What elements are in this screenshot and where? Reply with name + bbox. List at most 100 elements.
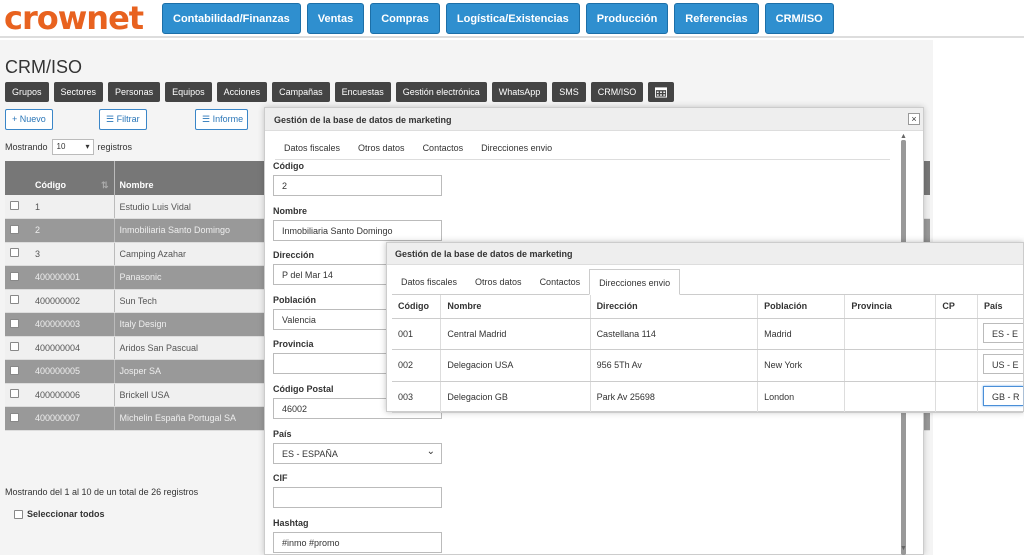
row-checkbox[interactable] [10, 412, 19, 422]
row-checkbox[interactable] [10, 271, 19, 281]
header-direccion[interactable]: Dirección [590, 295, 759, 319]
header-cp[interactable]: CP [935, 295, 978, 319]
addr-poblacion: London [757, 381, 846, 413]
header-codigo-label: Código [35, 179, 66, 190]
subnav-grupos[interactable]: Grupos [5, 82, 49, 102]
page-size-control: Mostrando 10 registros [5, 139, 132, 155]
row-checkbox[interactable] [10, 365, 19, 375]
addr-direccion: Castellana 114 [590, 318, 759, 350]
row-checkbox[interactable] [10, 295, 19, 305]
subnav-sectores[interactable]: Sectores [53, 82, 104, 102]
nav-logistica[interactable]: Logística/Existencias [445, 3, 580, 34]
subnav-equipos[interactable]: Equipos [165, 82, 212, 102]
row-checkbox[interactable] [10, 224, 19, 234]
addr-direccion: Park Av 25698 [590, 381, 759, 413]
nav-ventas[interactable]: Ventas [306, 3, 365, 34]
header-codigo[interactable]: Código ⇅ [30, 161, 115, 195]
header-provincia[interactable]: Provincia [844, 295, 937, 319]
filtrar-label: Filtrar [116, 114, 140, 124]
address-row[interactable]: 002 Delegacion USA 956 5Th Av New York US - … [392, 349, 1023, 382]
addr-provincia [844, 318, 937, 350]
informe-button[interactable]: ☰ Informe [195, 109, 248, 130]
list-icon: ☰ [106, 114, 115, 124]
subnav-encuestas[interactable]: Encuestas [334, 82, 391, 102]
tab-otros-datos[interactable]: Otros datos [349, 138, 414, 159]
field-hashtag: Hashtag #inmo #promo [273, 518, 442, 553]
addr-pais-select[interactable]: ES - E [982, 322, 1023, 343]
row-checkbox[interactable] [10, 318, 19, 328]
pais-select[interactable]: ES - ESPAÑA [273, 443, 442, 464]
filtrar-button[interactable]: ☰ Filtrar [99, 109, 147, 130]
row-checkbox[interactable] [10, 342, 19, 352]
select-all-checkbox[interactable] [14, 509, 23, 519]
nav-referencias[interactable]: Referencias [674, 3, 759, 34]
subnav-acciones[interactable]: Acciones [216, 82, 268, 102]
addr-pais-select[interactable]: US - E [982, 354, 1023, 375]
nuevo-button[interactable]: + Nuevo [5, 109, 53, 130]
calendar-button[interactable] [648, 82, 675, 102]
nav-compras[interactable]: Compras [370, 3, 440, 34]
nav-contabilidad[interactable]: Contabilidad/Finanzas [162, 3, 301, 34]
addr-provincia [844, 349, 937, 382]
subnav-campanas[interactable]: Campañas [272, 82, 330, 102]
subnav-sms[interactable]: SMS [552, 82, 586, 102]
addr-pais-select[interactable]: GB - R [982, 385, 1023, 406]
dialog-tabs: Datos fiscales Otros datos Contactos Dir… [275, 138, 890, 160]
row-checkbox[interactable] [10, 248, 19, 258]
cif-input[interactable] [273, 487, 442, 508]
row-codigo: 400000006 [30, 383, 115, 407]
subnav-whatsapp[interactable]: WhatsApp [491, 82, 548, 102]
address-row[interactable]: 001 Central Madrid Castellana 114 Madrid ES … [392, 318, 1023, 350]
shipping-addresses-dialog: Gestión de la base de datos de marketing… [386, 242, 1024, 413]
top-bar: crownet Contabilidad/Finanzas Ventas Com… [0, 0, 1024, 38]
address-row[interactable]: 003 Delegacion GB Park Av 25698 London GB - … [392, 381, 1023, 413]
header-pais[interactable]: País [977, 295, 1023, 319]
subnav-gestion-electronica[interactable]: Gestión electrónica [395, 82, 487, 102]
subnav-crm-iso[interactable]: CRM/ISO [590, 82, 644, 102]
nombre-input[interactable]: Inmobiliaria Santo Domingo [273, 220, 442, 241]
tab-contactos[interactable]: Contactos [531, 269, 590, 294]
row-codigo: 3 [30, 242, 115, 266]
select-all[interactable]: Seleccionar todos [14, 509, 105, 519]
tab-direcciones-envio[interactable]: Direcciones envio [472, 138, 561, 159]
row-checkbox-cell [5, 195, 30, 219]
show-suffix: registros [97, 142, 133, 152]
hashtag-label: Hashtag [273, 518, 309, 528]
page-size-select[interactable]: 10 [51, 139, 94, 155]
field-nombre: Nombre Inmobiliaria Santo Domingo [273, 206, 442, 241]
row-checkbox-cell [5, 289, 30, 313]
row-codigo: 400000005 [30, 359, 115, 384]
close-icon[interactable]: × [908, 113, 920, 125]
row-checkbox-cell [5, 359, 30, 384]
addr-codigo: 003 [392, 381, 442, 413]
nav-produccion[interactable]: Producción [585, 3, 669, 34]
addr-provincia [844, 381, 937, 413]
row-checkbox-cell [5, 218, 30, 243]
header-nombre[interactable]: Nombre [440, 295, 591, 319]
subnav-personas[interactable]: Personas [108, 82, 161, 102]
hashtag-input[interactable]: #inmo #promo [273, 532, 442, 553]
tab-direcciones-envio[interactable]: Direcciones envio [589, 269, 681, 295]
tab-datos-fiscales[interactable]: Datos fiscales [275, 138, 349, 159]
addr-poblacion: Madrid [757, 318, 846, 350]
nav-crm-iso[interactable]: CRM/ISO [764, 3, 834, 34]
scroll-down-icon[interactable]: ▼ [900, 545, 907, 552]
row-checkbox[interactable] [10, 201, 19, 210]
addr-pais-cell: GB - R [977, 381, 1023, 413]
addr-codigo: 002 [392, 349, 442, 382]
header-codigo[interactable]: Código [392, 295, 442, 319]
tab-otros-datos[interactable]: Otros datos [466, 269, 531, 294]
codigo-input[interactable]: 2 [273, 175, 442, 196]
addr-direccion: 956 5Th Av [590, 349, 759, 382]
codigo-label: Código [273, 161, 304, 171]
scroll-up-icon[interactable]: ▲ [900, 133, 907, 140]
addr-nombre: Central Madrid [440, 318, 591, 350]
field-cif: CIF [273, 473, 442, 508]
crownet-logo[interactable]: crownet [4, 0, 144, 37]
row-codigo: 400000003 [30, 312, 115, 337]
header-poblacion[interactable]: Población [757, 295, 846, 319]
row-checkbox[interactable] [10, 389, 19, 399]
tab-datos-fiscales[interactable]: Datos fiscales [392, 269, 466, 294]
tab-contactos[interactable]: Contactos [414, 138, 473, 159]
sort-icon: ⇅ [100, 179, 109, 190]
